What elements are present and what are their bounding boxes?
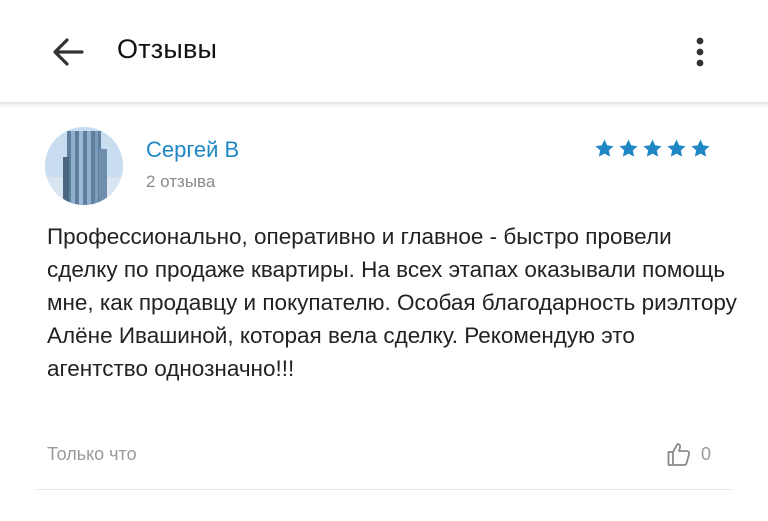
author-review-count: 2 отзыва (146, 172, 216, 191)
star-icon (595, 139, 614, 157)
star-icon (643, 139, 662, 157)
page-title: Отзывы (117, 34, 218, 64)
more-vertical-icon (696, 37, 704, 67)
review-date: Только что (47, 444, 137, 464)
like-button[interactable]: 0 (666, 440, 711, 468)
star-icon (667, 139, 686, 157)
like-count: 0 (701, 443, 712, 464)
star-icon (619, 139, 638, 157)
star-icon (691, 139, 710, 157)
top-app-bar: Отзывы (0, 0, 768, 102)
review-divider (36, 489, 732, 490)
arrow-left-icon (53, 38, 84, 66)
author-name[interactable]: Сергей В (146, 137, 239, 163)
avatar[interactable] (45, 127, 123, 205)
header-divider (0, 102, 768, 108)
reviews-screen: Отзывы Сергей В 2 отзыва Профессионально… (0, 0, 768, 521)
more-options-button[interactable] (684, 32, 716, 72)
thumbs-up-icon (667, 443, 691, 466)
review-text: Профессионально, оперативно и главное - … (47, 224, 737, 381)
star-rating (594, 138, 711, 159)
avatar-image (45, 127, 123, 205)
back-button[interactable] (46, 32, 90, 72)
